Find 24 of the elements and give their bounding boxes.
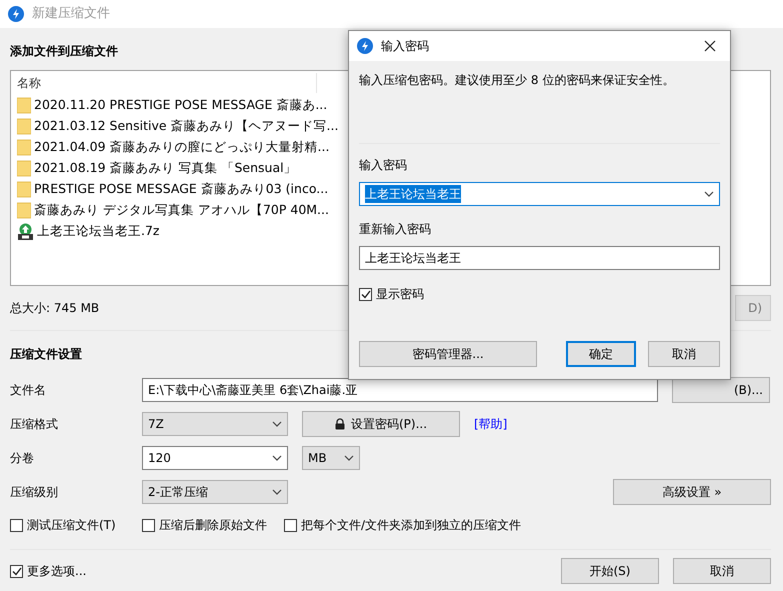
field-label: 压缩级别: [10, 484, 59, 501]
file-name: 上老王论坛当老王.7z: [37, 222, 160, 240]
file-name: 2021.04.09 斎藤あみりの膣にどっぷり大量射精...: [34, 138, 330, 156]
total-size-label: 总大小: 745 MB: [10, 300, 100, 317]
field-label: 重新输入密码: [359, 221, 432, 238]
field-label: 分卷: [10, 450, 35, 467]
file-name: 2020.11.20 PRESTIGE POSE MESSAGE 斎藤あ...: [34, 96, 328, 114]
dialog-message: 输入压缩包密码。建议使用至少 8 位的密码来保证安全性。: [359, 72, 676, 89]
window-title: 新建压缩文件: [32, 5, 110, 24]
field-label: 输入密码: [359, 157, 408, 174]
file-name: 斎藤あみり デジタル写真集 アオハル【70P 40M...: [34, 201, 329, 220]
file-name: PRESTIGE POSE MESSAGE 斎藤あみり03 (inco...: [34, 180, 328, 198]
dialog-title: 输入密码: [381, 38, 429, 55]
checkbox-label: 显示密码: [376, 286, 424, 303]
file-name: 2021.08.19 斎藤あみり 写真集 「Sensual」: [34, 159, 297, 178]
checkbox-label: 测试压缩文件(T): [27, 517, 116, 534]
checkbox-label: 更多选项...: [27, 563, 86, 580]
file-name: 2021.03.12 Sensitive 斎藤あみり【ヘアヌード写...: [34, 117, 338, 136]
field-label: 压缩格式: [10, 416, 59, 433]
checkbox-label: 把每个文件/文件夹添加到独立的压缩文件: [301, 517, 522, 534]
field-label: 文件名: [10, 382, 47, 399]
section-heading: 压缩文件设置: [10, 347, 82, 361]
checkbox-label: 压缩后删除原始文件: [159, 517, 267, 534]
section-heading: 添加文件到压缩文件: [10, 44, 118, 58]
